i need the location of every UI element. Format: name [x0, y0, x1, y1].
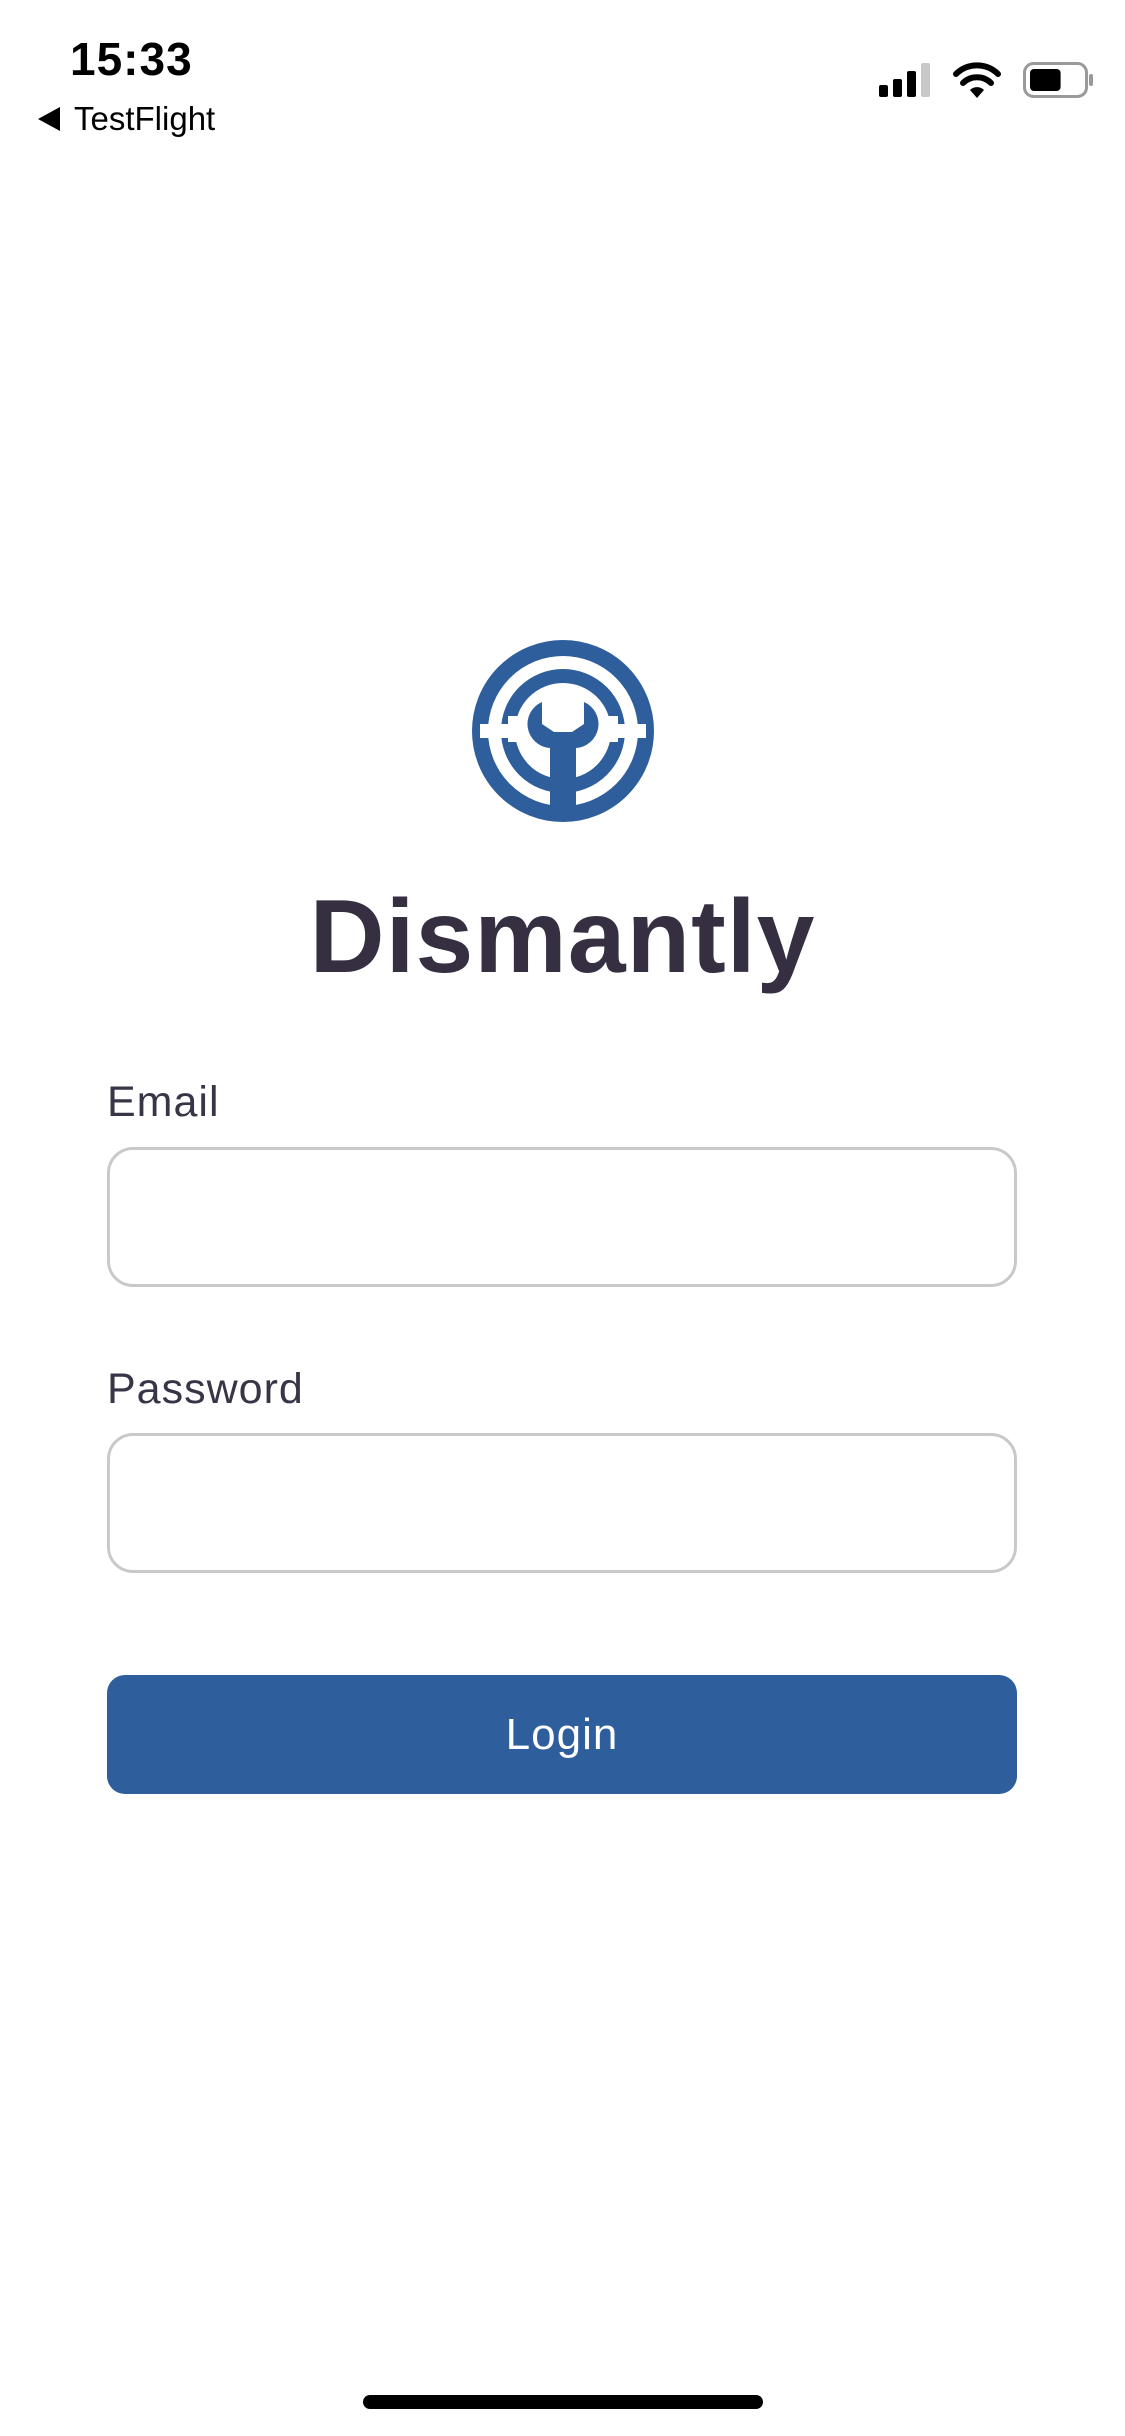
- battery-icon: [1023, 62, 1093, 98]
- email-label: Email: [107, 1078, 220, 1126]
- login-button[interactable]: Login: [107, 1675, 1017, 1794]
- home-indicator[interactable]: [363, 2395, 763, 2409]
- status-time: 15:33: [70, 33, 193, 85]
- password-label: Password: [107, 1365, 304, 1413]
- email-input[interactable]: [107, 1147, 1017, 1287]
- wifi-icon: [953, 62, 1001, 98]
- back-link-label: TestFlight: [74, 100, 216, 137]
- back-arrow-icon: [38, 107, 60, 131]
- app-title: Dismantly: [309, 879, 816, 995]
- status-icons: [879, 62, 1095, 98]
- cellular-signal-icon: [879, 63, 930, 97]
- back-to-testflight-link[interactable]: TestFlight: [38, 100, 215, 138]
- wrench-circle-logo-icon: [472, 640, 654, 822]
- password-input[interactable]: [107, 1433, 1017, 1573]
